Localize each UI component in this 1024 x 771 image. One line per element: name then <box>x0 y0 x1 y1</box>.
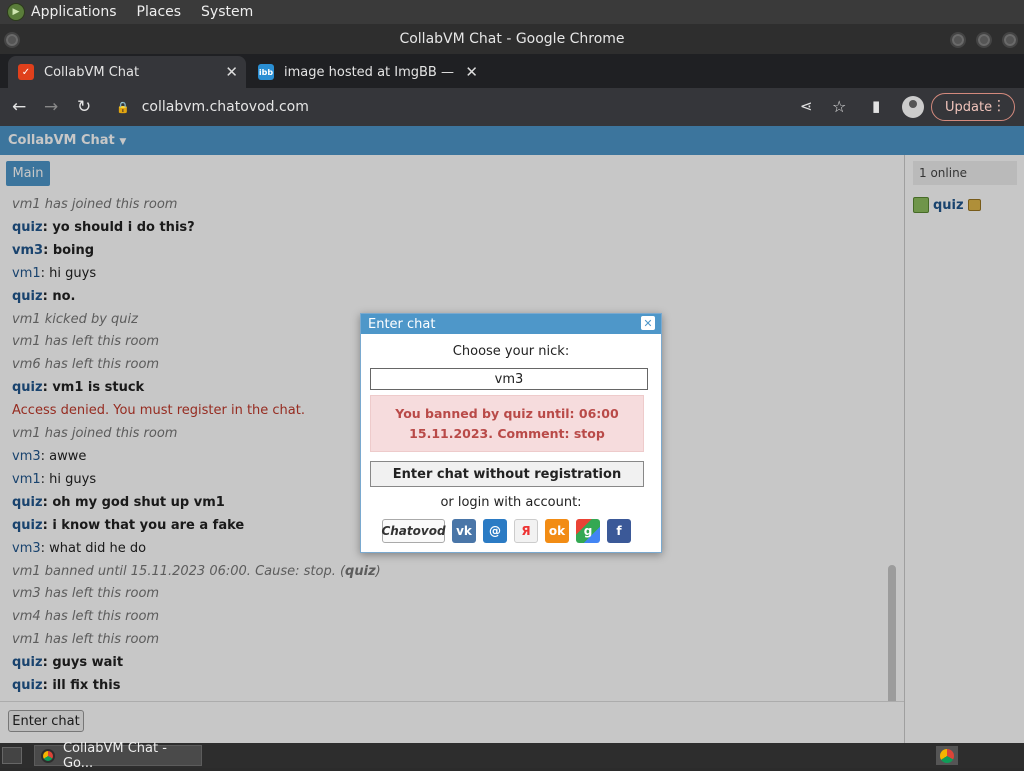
nick-input[interactable] <box>370 368 648 390</box>
chatovod-login-button[interactable]: Chatovod <box>381 519 446 543</box>
profile-avatar-icon[interactable] <box>902 96 924 118</box>
menu-places[interactable]: Places <box>137 4 182 20</box>
reload-icon[interactable]: ↻ <box>77 97 91 117</box>
task-label: CollabVM Chat - Go... <box>62 740 167 771</box>
update-button[interactable]: Update ⋮ <box>931 93 1015 121</box>
maximize-icon[interactable] <box>976 32 992 48</box>
forward-icon[interactable]: → <box>44 97 58 117</box>
enter-chat-dialog: Enter chat ✕ Choose your nick: You banne… <box>360 313 662 553</box>
window-title: CollabVM Chat - Google Chrome <box>399 31 625 47</box>
close-icon[interactable]: ✕ <box>641 316 655 330</box>
tab-imgbb[interactable]: ibb image hosted at ImgBB — Img ✕ <box>248 56 486 88</box>
facebook-login-icon[interactable]: f <box>607 519 631 543</box>
show-desktop-icon[interactable] <box>2 747 22 764</box>
back-icon[interactable]: ← <box>12 97 26 117</box>
side-panel-icon[interactable]: ▮ <box>872 97 880 115</box>
lock-icon[interactable]: 🔒 <box>116 101 130 114</box>
dialog-title: Enter chat <box>368 316 436 332</box>
tab-title: CollabVM Chat <box>44 64 140 80</box>
or-login-label: or login with account: <box>440 495 582 510</box>
close-tab-icon[interactable]: ✕ <box>225 63 238 81</box>
vk-login-icon[interactable]: vk <box>452 519 476 543</box>
minimize-icon[interactable] <box>950 32 966 48</box>
chrome-icon <box>41 748 55 763</box>
url-text: collabvm.chatovod.com <box>141 99 309 115</box>
nick-prompt: Choose your nick: <box>452 344 570 359</box>
mailru-login-icon[interactable]: @ <box>483 519 507 543</box>
google-login-icon[interactable]: g <box>576 519 600 543</box>
menu-applications[interactable]: Applications <box>31 4 117 20</box>
browser-toolbar: ← → ↻ 🔒 collabvm.chatovod.com ⋖ ☆ ▮ Upda… <box>0 88 1024 126</box>
distro-logo-icon[interactable]: ▶ <box>7 3 25 21</box>
more-menu-icon[interactable]: ⋮ <box>992 98 1006 114</box>
window-menu-icon[interactable] <box>4 32 20 48</box>
close-tab-icon[interactable]: ✕ <box>465 63 478 81</box>
tray-chrome-icon[interactable] <box>936 746 958 765</box>
yandex-login-icon[interactable]: Я <box>514 519 538 543</box>
desktop-taskbar: CollabVM Chat - Go... <box>0 741 1024 771</box>
share-icon[interactable]: ⋖ <box>800 97 813 115</box>
taskbar-chrome-window[interactable]: CollabVM Chat - Go... <box>34 741 202 771</box>
ibb-icon: ibb <box>258 64 274 80</box>
desktop-top-panel: ▶ Applications Places System <box>0 0 1024 24</box>
tab-title: image hosted at ImgBB — Img <box>284 64 454 80</box>
close-window-icon[interactable] <box>1002 32 1018 48</box>
enter-without-registration-button[interactable]: Enter chat without registration <box>370 461 644 487</box>
chatovod-icon: ✓ <box>18 64 34 80</box>
ban-alert: You banned by quiz until: 06:00 15.11.20… <box>370 395 644 452</box>
login-providers: Chatovod vk @ Я ok g f <box>381 519 631 543</box>
dialog-header[interactable]: Enter chat <box>361 314 661 334</box>
update-label: Update <box>945 99 993 115</box>
bookmark-star-icon[interactable]: ☆ <box>832 97 846 116</box>
menu-system[interactable]: System <box>201 4 253 20</box>
tab-collabvm-chat[interactable]: ✓ CollabVM Chat ✕ <box>8 56 246 88</box>
tab-strip: ✓ CollabVM Chat ✕ ibb image hosted at Im… <box>0 54 1024 138</box>
odnoklassniki-login-icon[interactable]: ok <box>545 519 569 543</box>
window-titlebar[interactable]: CollabVM Chat - Google Chrome <box>0 24 1024 54</box>
address-bar[interactable]: 🔒 collabvm.chatovod.com <box>116 95 776 119</box>
